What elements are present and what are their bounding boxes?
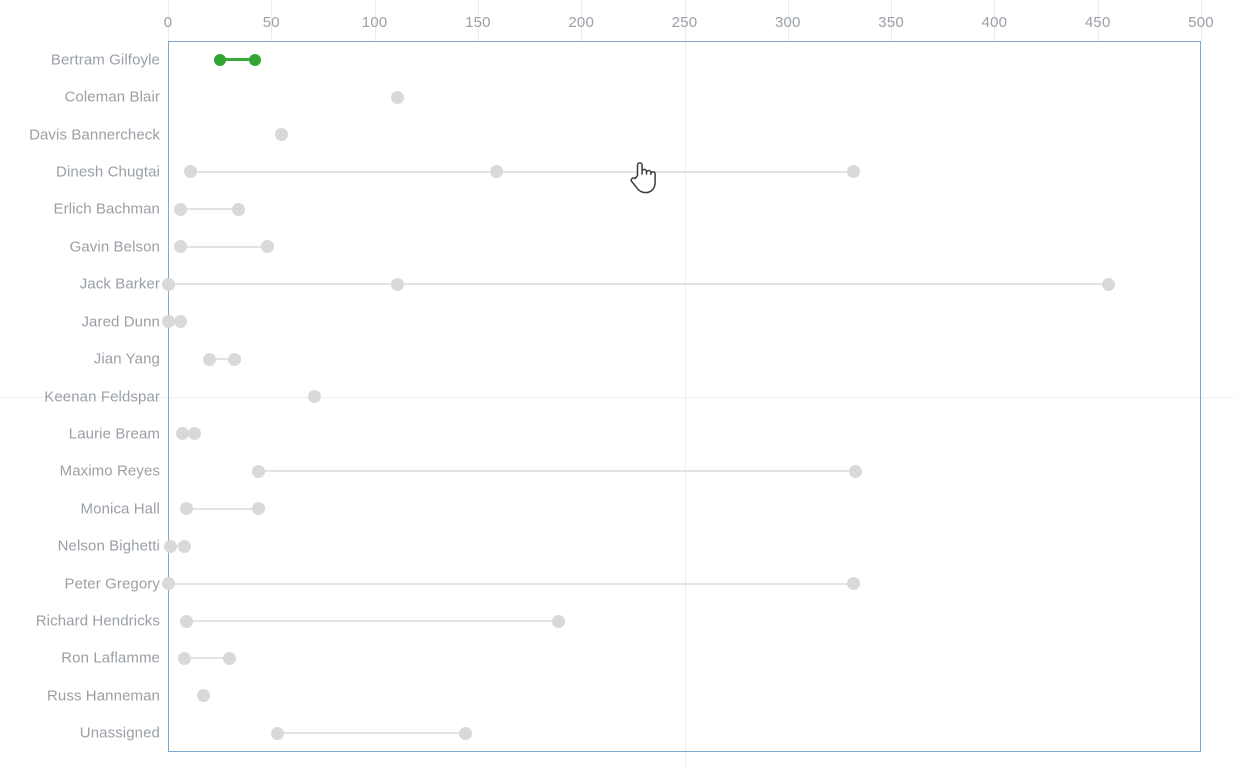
dumbbell-point[interactable] (231, 202, 245, 216)
y-axis-category-label[interactable]: Jack Barker (80, 276, 160, 293)
y-axis-category-label[interactable]: Laurie Bream (69, 425, 160, 442)
x-axis-tick-label: 250 (671, 14, 698, 31)
dumbbell-point[interactable] (161, 277, 175, 291)
plot-area-border[interactable] (168, 41, 1201, 752)
y-axis-category-label[interactable]: Richard Hendricks (36, 613, 160, 630)
y-axis-category-label[interactable]: Jared Dunn (81, 313, 160, 330)
dumbbell-point[interactable] (163, 539, 177, 553)
dumbbell-connector (186, 620, 559, 623)
dumbbell-chart: 0 50 100 150 200 250 300 350 400 450 500 Bertram G… (0, 0, 1235, 767)
dumbbell-point[interactable] (173, 202, 187, 216)
y-axis-category-label[interactable]: Nelson Bighetti (58, 538, 160, 555)
x-axis-tick-label: 400 (981, 14, 1008, 31)
x-axis: 0 50 100 150 200 250 300 350 400 450 500 (0, 0, 1235, 41)
dumbbell-point[interactable] (248, 53, 261, 66)
x-axis-tick-label: 350 (878, 14, 904, 31)
dumbbell-connector (168, 283, 1109, 286)
x-axis-tick-label: 50 (262, 14, 280, 31)
dumbbell-point[interactable] (260, 240, 274, 254)
dumbbell-point[interactable] (459, 726, 472, 740)
y-axis-category-labels: Bertram Gilfoyle Coleman Blair Davis Banne… (0, 41, 164, 752)
y-axis-category-label[interactable]: Dinesh Chugtai (56, 163, 160, 180)
dumbbell-point[interactable] (178, 651, 192, 665)
dumbbell-point[interactable] (551, 614, 565, 628)
y-axis-category-label[interactable]: Gavin Belson (70, 238, 160, 255)
dumbbell-point[interactable] (161, 577, 175, 591)
dumbbell-point[interactable] (390, 277, 404, 291)
x-axis-tick-label: 300 (774, 14, 801, 31)
dumbbell-point[interactable] (213, 53, 226, 66)
x-axis-tick-label: 150 (465, 14, 491, 31)
x-axis-tick-label: 450 (1084, 14, 1111, 31)
x-axis-tick-label: 500 (1188, 14, 1214, 31)
dumbbell-point[interactable] (178, 539, 192, 553)
y-axis-category-label[interactable]: Maximo Reyes (60, 463, 160, 480)
x-axis-tick-label: 0 (163, 14, 173, 31)
x-axis-tick-label: 200 (568, 14, 595, 31)
x-axis-tick-label: 100 (361, 14, 388, 31)
y-axis-category-label[interactable]: Ron Laflamme (61, 650, 160, 667)
dumbbell-connector (277, 732, 466, 735)
y-axis-category-label[interactable]: Jian Yang (94, 351, 160, 368)
dumbbell-point[interactable] (161, 315, 175, 329)
dumbbell-point[interactable] (173, 315, 187, 329)
y-axis-category-label[interactable]: Unassigned (80, 725, 160, 742)
dumbbell-point[interactable] (390, 90, 404, 104)
dumbbell-point[interactable] (1101, 277, 1115, 291)
y-axis-category-label[interactable]: Coleman Blair (64, 89, 160, 106)
dumbbell-point[interactable] (202, 352, 216, 366)
dumbbell-connector (180, 245, 268, 248)
y-axis-category-label[interactable]: Monica Hall (81, 500, 160, 517)
dumbbell-point[interactable] (227, 352, 241, 366)
dumbbell-connector (190, 170, 854, 173)
dumbbell-point[interactable] (270, 726, 284, 740)
y-axis-category-label[interactable]: Russ Hanneman (47, 687, 160, 704)
dumbbell-point[interactable] (196, 689, 210, 703)
dumbbell-point[interactable] (180, 614, 194, 628)
dumbbell-connector (186, 507, 259, 510)
y-axis-category-label[interactable]: Bertram Gilfoyle (51, 51, 160, 68)
y-axis-category-label[interactable]: Peter Gregory (64, 575, 160, 592)
dumbbell-connector (168, 582, 854, 585)
y-axis-category-label[interactable]: Erlich Bachman (54, 201, 160, 218)
y-axis-category-label[interactable]: Davis Bannercheck (29, 126, 160, 143)
y-axis-category-label[interactable]: Keenan Feldspar (44, 388, 160, 405)
